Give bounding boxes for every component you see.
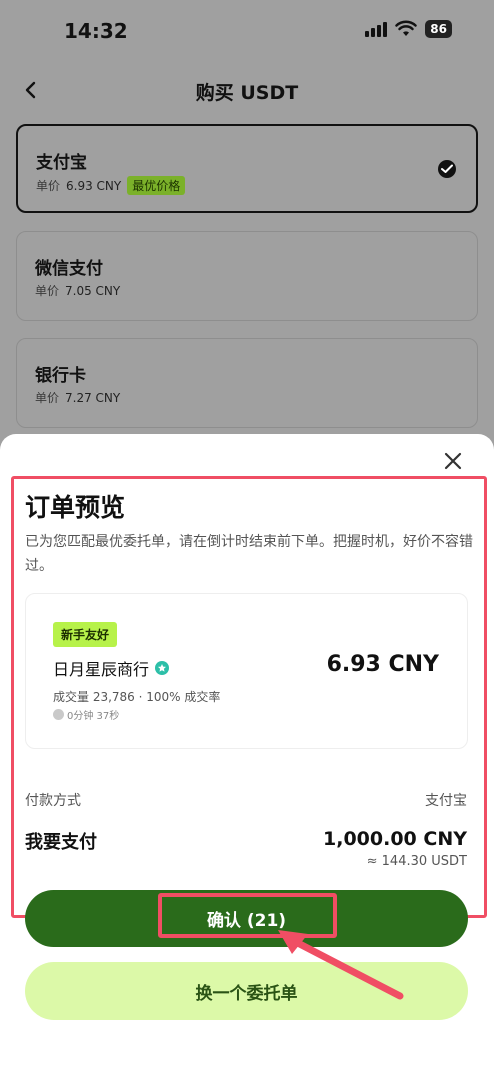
payment-option-price: 单价 6.93 CNY 最优价格 bbox=[36, 176, 186, 195]
best-price-badge: 最优价格 bbox=[127, 176, 186, 195]
close-icon[interactable] bbox=[442, 450, 464, 472]
price-label: 单价 bbox=[35, 284, 60, 298]
wifi-icon bbox=[395, 20, 418, 36]
status-time: 14:32 bbox=[64, 19, 128, 43]
price-label: 单价 bbox=[35, 391, 60, 405]
battery-icon: 86 bbox=[425, 20, 452, 38]
order-preview-sheet: 订单预览 已为您匹配最优委托单，请在倒计时结束前下单。把握时机，好价不容错过。 … bbox=[0, 434, 494, 1075]
nav-bar: 购买 USDT bbox=[0, 72, 494, 108]
page-title: 购买 USDT bbox=[195, 82, 299, 104]
payment-option-price: 单价 7.05 CNY bbox=[35, 282, 120, 299]
signal-icon bbox=[365, 21, 388, 37]
price-label: 单价 bbox=[36, 179, 61, 193]
price-value: 7.05 CNY bbox=[65, 283, 121, 298]
status-icons: 86 bbox=[365, 20, 452, 38]
status-bar: 14:32 86 bbox=[0, 0, 494, 60]
check-icon bbox=[438, 160, 456, 178]
payment-option-name: 支付宝 bbox=[36, 153, 87, 173]
payment-option-wechat[interactable]: 微信支付 单价 7.05 CNY bbox=[16, 231, 478, 321]
annotation-highlight-box bbox=[11, 476, 487, 918]
payment-option-bank-card[interactable]: 银行卡 单价 7.27 CNY bbox=[16, 338, 478, 428]
payment-option-name: 银行卡 bbox=[35, 366, 86, 386]
payment-option-price: 单价 7.27 CNY bbox=[35, 389, 120, 406]
price-value: 6.93 CNY bbox=[66, 178, 122, 193]
annotation-arrow-icon bbox=[278, 930, 404, 1000]
payment-option-name: 微信支付 bbox=[35, 259, 103, 279]
payment-option-alipay[interactable]: 支付宝 单价 6.93 CNY 最优价格 bbox=[16, 124, 478, 213]
price-value: 7.27 CNY bbox=[65, 390, 121, 405]
